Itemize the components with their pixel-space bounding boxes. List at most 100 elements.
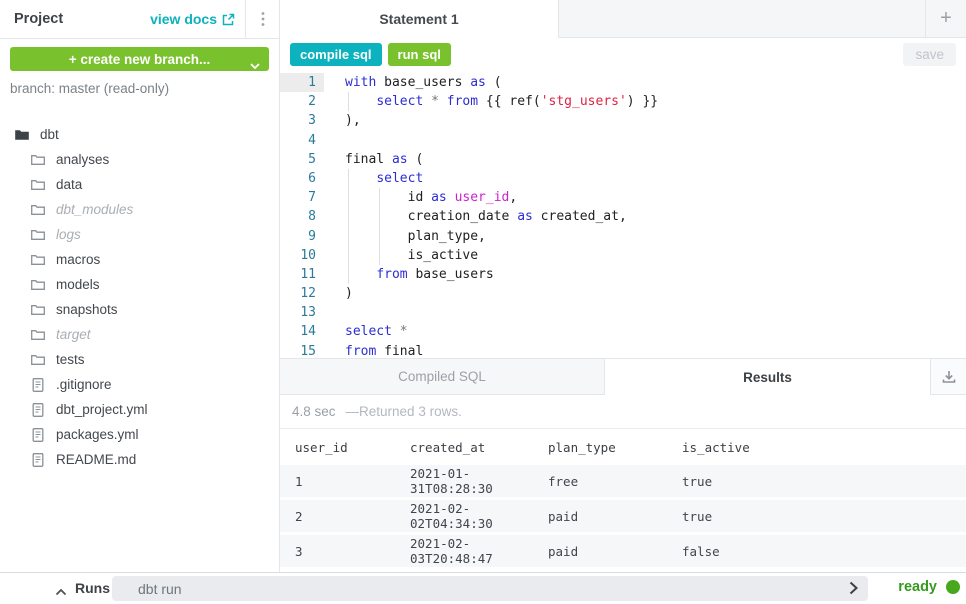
tree-item-label: dbt_project.yml	[56, 402, 148, 417]
table-cell: free	[533, 465, 667, 497]
file-icon	[30, 377, 46, 393]
table-cell: 3	[280, 535, 395, 567]
code-line-6[interactable]: 6 select	[280, 169, 966, 188]
table-cell: 1	[280, 465, 395, 497]
code-text: )	[345, 284, 353, 303]
tab-results[interactable]: Results	[605, 359, 930, 395]
code-text: id as user_id,	[345, 188, 517, 207]
tree-item-dbt-modules[interactable]: dbt_modules	[0, 197, 279, 222]
table-cell: paid	[533, 500, 667, 532]
column-header-created_at: created_at	[395, 432, 533, 462]
dbt-ide-window: Project view docs	[0, 0, 966, 604]
line-number: 1	[280, 73, 324, 92]
line-number: 8	[280, 207, 324, 226]
tree-item-label: snapshots	[56, 302, 118, 317]
tree-item-analyses[interactable]: analyses	[0, 147, 279, 172]
create-branch-button[interactable]: + create new branch...	[10, 47, 269, 71]
code-line-5[interactable]: 5final as (	[280, 150, 966, 169]
tree-item-packages-yml[interactable]: packages.yml	[0, 422, 279, 447]
code-line-3[interactable]: 3),	[280, 111, 966, 130]
tab-compiled-sql[interactable]: Compiled SQL	[280, 359, 605, 395]
code-line-7[interactable]: 7 id as user_id,	[280, 188, 966, 207]
code-line-9[interactable]: 9 plan_type,	[280, 227, 966, 246]
code-line-10[interactable]: 10 is_active	[280, 246, 966, 265]
tabbar-filler	[559, 0, 925, 38]
table-cell: false	[667, 535, 966, 567]
code-text: select *	[345, 322, 408, 341]
line-number: 13	[280, 303, 324, 322]
query-duration: 4.8 sec	[292, 404, 336, 419]
tree-item-dbt[interactable]: dbt	[0, 122, 279, 147]
line-number: 5	[280, 150, 324, 169]
view-docs-link[interactable]: view docs	[150, 11, 245, 27]
compile-sql-button[interactable]: compile sql	[290, 43, 382, 66]
chevron-up-icon[interactable]	[55, 583, 67, 601]
code-line-15[interactable]: 15 from final	[280, 342, 966, 358]
tree-item-label: dbt	[40, 127, 59, 142]
tree-item-readme-md[interactable]: README.md	[0, 447, 279, 472]
editor-tabbar: Statement 1 +	[280, 0, 966, 38]
code-text: select * from {{ ref('stg_users') }}	[345, 92, 658, 111]
code-line-12[interactable]: 12)	[280, 284, 966, 303]
tree-item-gitignore[interactable]: .gitignore	[0, 372, 279, 397]
tree-item-snapshots[interactable]: snapshots	[0, 297, 279, 322]
tree-item-label: tests	[56, 352, 85, 367]
folder-icon	[30, 227, 46, 243]
new-tab-button[interactable]: +	[925, 0, 966, 38]
sidebar-menu-button[interactable]	[245, 0, 279, 38]
code-line-4[interactable]: 4	[280, 131, 966, 150]
file-icon	[30, 427, 46, 443]
download-icon	[941, 369, 957, 385]
kebab-icon	[261, 11, 265, 27]
line-number: 6	[280, 169, 324, 188]
code-editor[interactable]: 1with base_users as (2 select * from {{ …	[280, 70, 966, 358]
tree-item-dbt-project-yml[interactable]: dbt_project.yml	[0, 397, 279, 422]
tree-item-models[interactable]: models	[0, 272, 279, 297]
chevron-down-icon[interactable]	[250, 56, 260, 74]
indent-guide	[348, 169, 349, 284]
table-cell: 2021-02-03T20:48:47	[395, 535, 533, 567]
tree-item-target[interactable]: target	[0, 322, 279, 347]
code-line-13[interactable]: 13	[280, 303, 966, 322]
tree-item-tests[interactable]: tests	[0, 347, 279, 372]
line-number: 2	[280, 92, 324, 111]
code-line-2[interactable]: 2 select * from {{ ref('stg_users') }}	[280, 92, 966, 111]
run-sql-button[interactable]: run sql	[388, 43, 451, 66]
table-cell: true	[667, 500, 966, 532]
line-number: 15	[280, 342, 324, 358]
project-title: Project	[0, 11, 63, 27]
results-table: user_idcreated_atplan_typeis_active 1202…	[280, 429, 966, 570]
chevron-right-icon[interactable]	[849, 581, 858, 600]
table-cell: 2021-01-31T08:28:30	[395, 465, 533, 497]
tree-item-logs[interactable]: logs	[0, 222, 279, 247]
tab-statement-1[interactable]: Statement 1	[280, 0, 559, 38]
tree-item-label: macros	[56, 252, 100, 267]
line-number: 12	[280, 284, 324, 303]
code-line-8[interactable]: 8 creation_date as created_at,	[280, 207, 966, 226]
run-command-input[interactable]	[112, 576, 868, 601]
code-line-11[interactable]: 11 from base_users	[280, 265, 966, 284]
file-tree: dbt analyses datadbt_moduleslogs macros mode…	[0, 122, 279, 472]
code-line-14[interactable]: 14 select *	[280, 322, 966, 341]
ready-status-dot	[946, 580, 960, 594]
tree-item-macros[interactable]: macros	[0, 247, 279, 272]
code-text: ),	[345, 111, 361, 130]
runs-label[interactable]: Runs	[75, 580, 110, 596]
code-lines: 1with base_users as (2 select * from {{ …	[280, 70, 966, 358]
code-text: with base_users as (	[345, 73, 502, 92]
save-button[interactable]: save	[903, 43, 956, 66]
code-line-1[interactable]: 1 with base_users as (	[280, 73, 966, 92]
folder-open-icon	[14, 127, 30, 143]
line-number: 14	[280, 322, 324, 341]
code-text: from final	[345, 342, 423, 358]
tree-item-label: analyses	[56, 152, 109, 167]
line-number: 10	[280, 246, 324, 265]
column-header-user_id: user_id	[280, 432, 395, 462]
table-row-1: 12021-01-31T08:28:30freetrue	[280, 465, 966, 497]
tree-item-data[interactable]: data	[0, 172, 279, 197]
connection-status: ready	[898, 579, 960, 595]
folder-icon	[30, 202, 46, 218]
code-text: select	[345, 169, 423, 188]
download-results-button[interactable]	[930, 359, 966, 395]
code-text: is_active	[345, 246, 478, 265]
